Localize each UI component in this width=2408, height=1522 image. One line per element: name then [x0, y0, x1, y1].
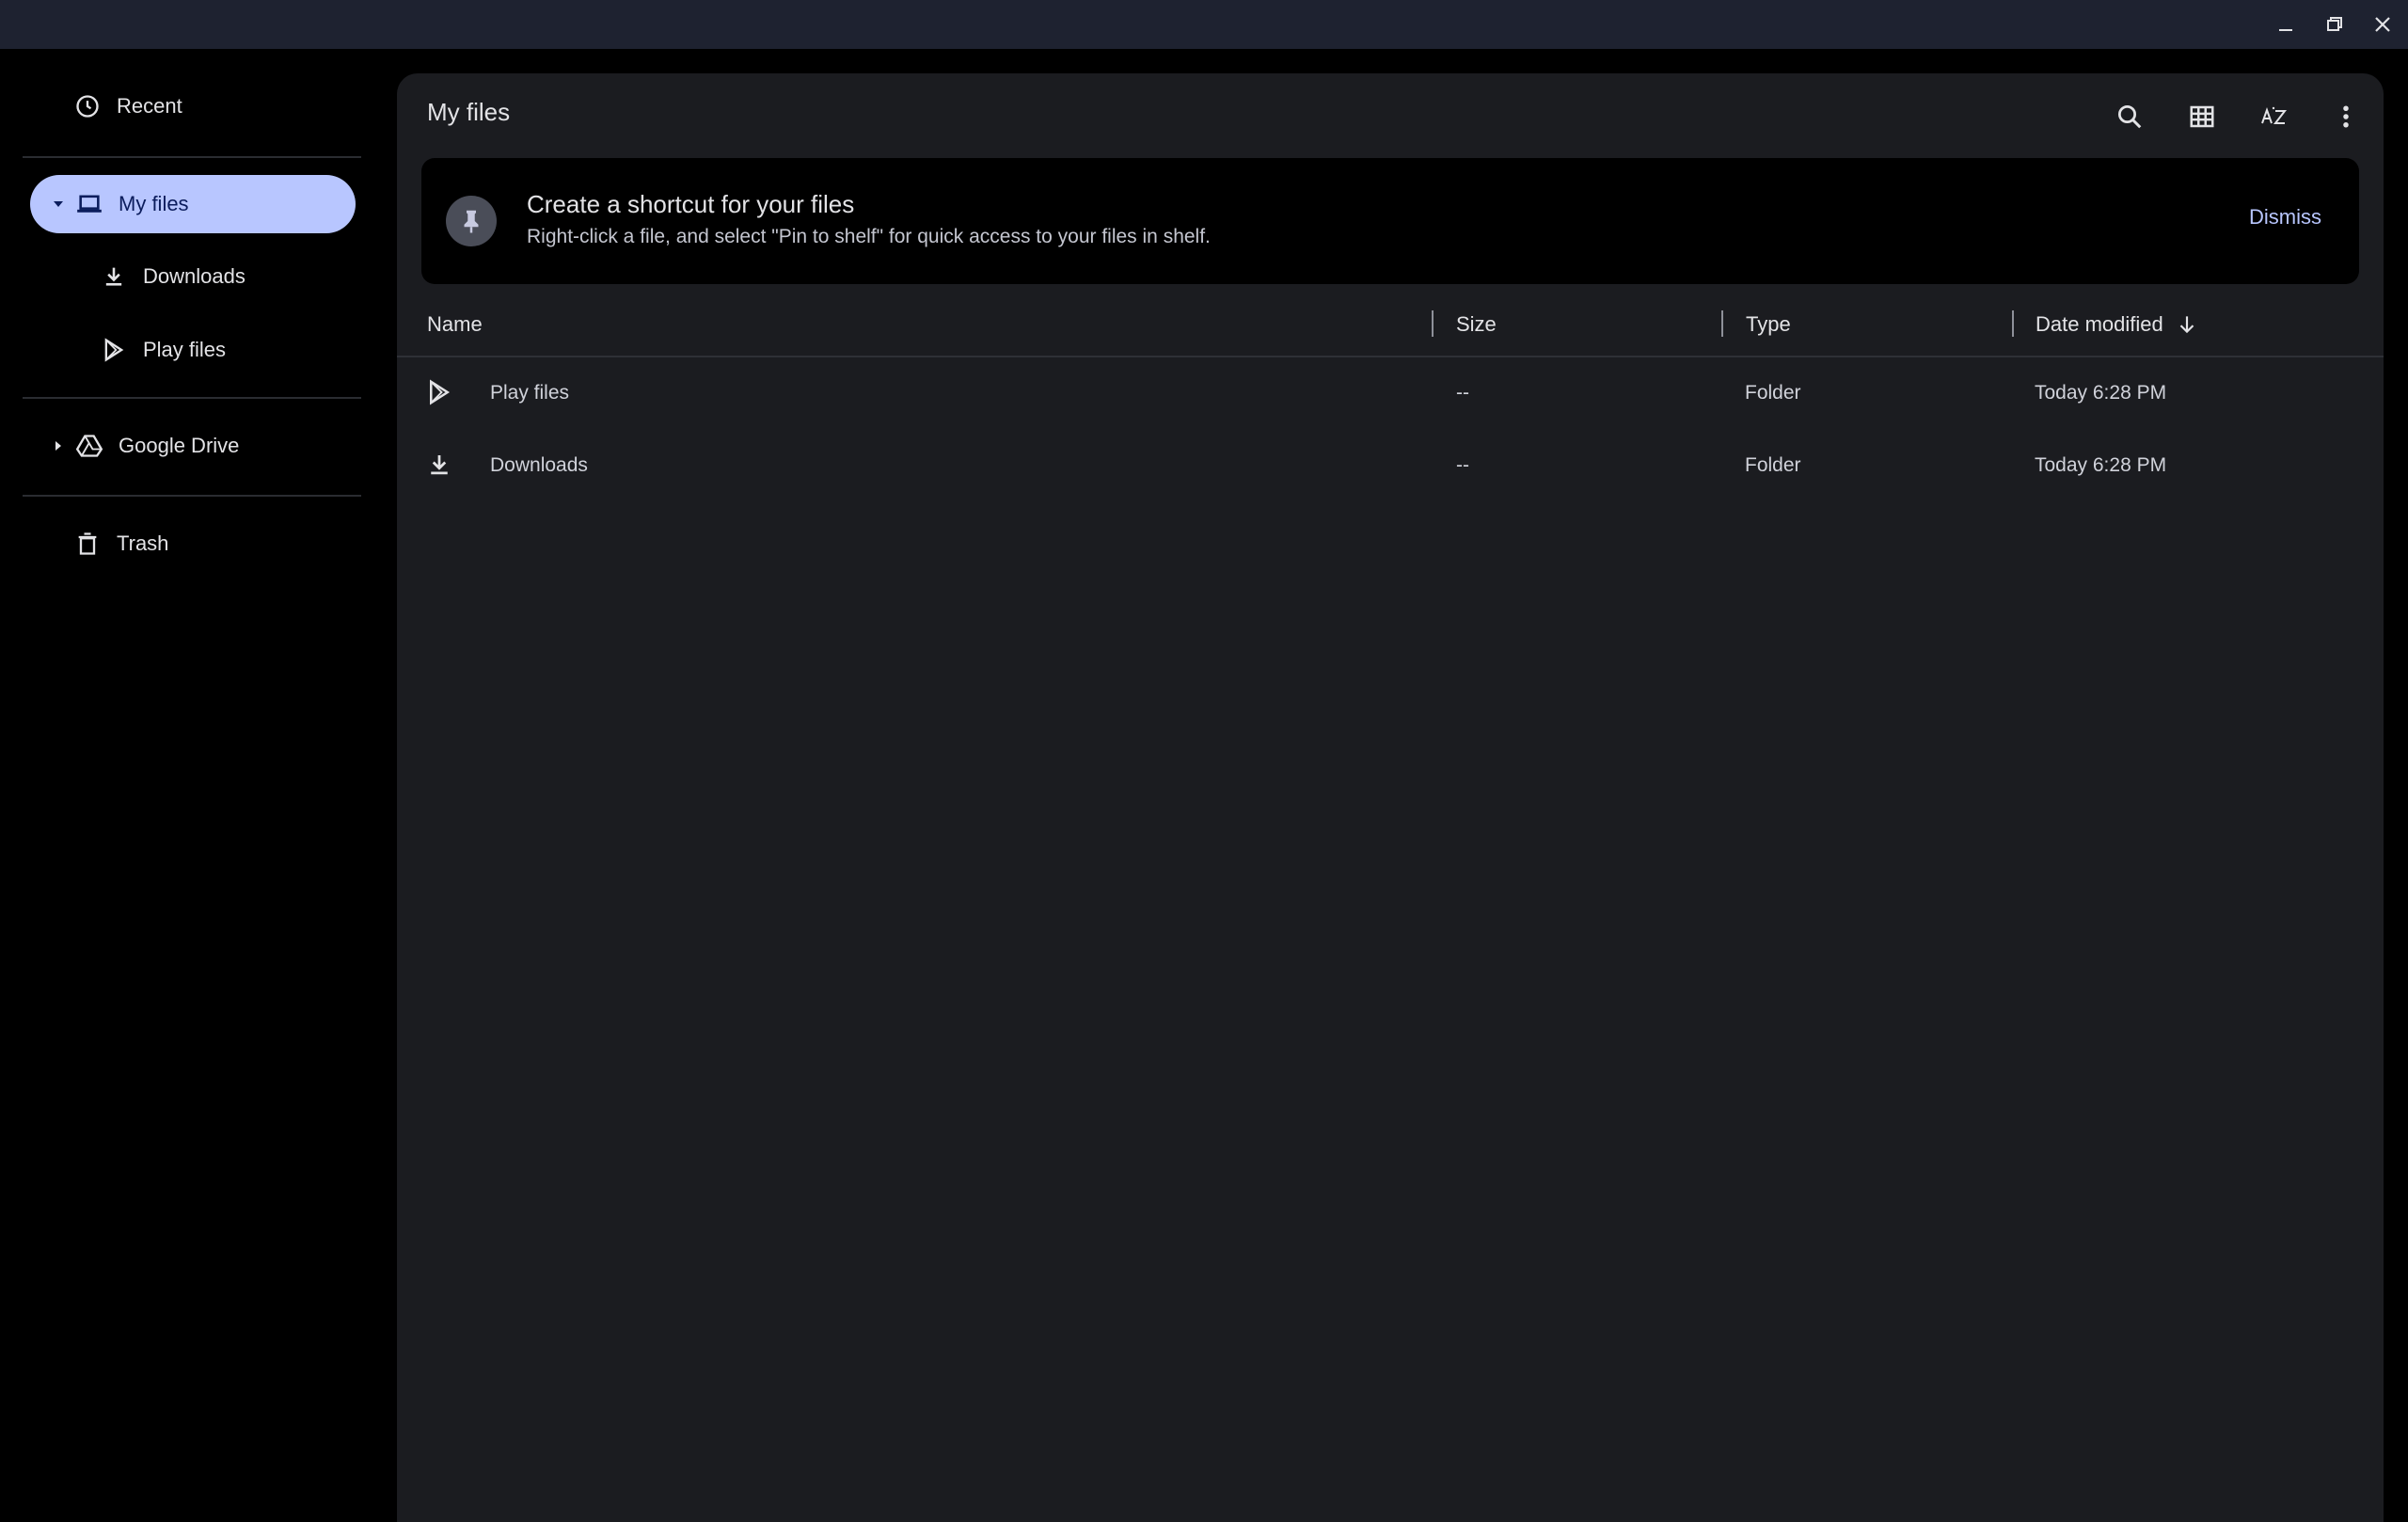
sidebar-item-trash[interactable]: Trash: [30, 515, 356, 573]
shortcut-banner: Create a shortcut for your files Right-c…: [421, 158, 2359, 284]
sidebar-item-google-drive[interactable]: Google Drive: [30, 417, 356, 475]
arrow-down-icon: [2179, 316, 2194, 334]
file-list-header: Name Size Type Date modified: [397, 299, 2384, 357]
sidebar-item-my-files[interactable]: My files: [30, 175, 356, 233]
download-icon: [425, 451, 455, 481]
table-row[interactable]: Play files -- Folder Today 6:28 PM: [397, 359, 2384, 431]
play-store-icon: [425, 378, 455, 408]
column-header-type[interactable]: Type: [1746, 312, 1791, 337]
banner-title: Create a shortcut for your files: [527, 190, 855, 218]
clock-icon: [73, 92, 102, 120]
close-icon: [2375, 17, 2390, 32]
sidebar-item-label: Recent: [117, 94, 182, 118]
row-name: Downloads: [490, 454, 588, 476]
grid-view-button[interactable]: [2178, 92, 2226, 141]
sort-button[interactable]: [2250, 92, 2299, 141]
download-icon: [100, 262, 128, 291]
row-name: Play files: [490, 382, 570, 404]
main-panel: My files Create a shortcut for your file…: [397, 73, 2384, 1522]
play-store-icon: [100, 336, 128, 364]
chevron-down-icon[interactable]: [49, 195, 68, 214]
column-resize-handle[interactable]: [1721, 310, 1723, 337]
more-vert-icon: [2343, 105, 2349, 128]
column-header-label: Date modified: [2036, 312, 2163, 336]
row-date-modified: Today 6:28 PM: [2035, 454, 2167, 476]
banner-subtitle: Right-click a file, and select "Pin to s…: [527, 226, 1211, 247]
column-resize-handle[interactable]: [1432, 310, 1434, 337]
close-button[interactable]: [2364, 6, 2401, 43]
row-size: --: [1456, 454, 1469, 476]
chevron-right-icon[interactable]: [49, 436, 68, 455]
restore-button[interactable]: [2316, 6, 2353, 43]
search-icon: [2118, 105, 2142, 129]
sidebar-item-label: Trash: [117, 531, 169, 555]
sidebar-divider: [23, 156, 361, 158]
column-header-size[interactable]: Size: [1456, 312, 1497, 337]
row-type: Folder: [1745, 382, 1801, 404]
sidebar-item-downloads[interactable]: Downloads: [100, 247, 356, 306]
pin-icon: [446, 196, 497, 246]
row-size: --: [1456, 382, 1469, 404]
table-row[interactable]: Downloads -- Folder Today 6:28 PM: [397, 432, 2384, 503]
sidebar-item-label: Google Drive: [119, 434, 240, 457]
minimize-icon: [2279, 29, 2292, 31]
sort-az-icon: [2261, 106, 2288, 124]
sidebar: Recent My files Downloads Play files Goo…: [0, 49, 395, 1505]
grid-view-icon: [2190, 105, 2214, 128]
row-date-modified: Today 6:28 PM: [2035, 382, 2167, 404]
sidebar-divider: [23, 397, 361, 399]
sidebar-item-play-files[interactable]: Play files: [100, 321, 356, 379]
column-resize-handle[interactable]: [2012, 310, 2014, 337]
window-titlebar: [0, 0, 2408, 49]
laptop-icon: [75, 190, 103, 218]
sidebar-item-label: My files: [119, 192, 189, 215]
search-button[interactable]: [2105, 92, 2154, 141]
sidebar-divider: [23, 495, 361, 497]
page-title: My files: [427, 98, 511, 126]
column-header-date-modified[interactable]: Date modified: [2036, 312, 2199, 337]
more-options-button[interactable]: [2321, 92, 2370, 141]
dismiss-button[interactable]: Dismiss: [2249, 205, 2321, 230]
sidebar-item-label: Play files: [143, 338, 227, 361]
sidebar-item-recent[interactable]: Recent: [30, 77, 356, 135]
drive-icon: [75, 432, 103, 460]
column-header-name[interactable]: Name: [427, 312, 483, 337]
row-type: Folder: [1745, 454, 1801, 476]
sidebar-item-label: Downloads: [143, 264, 246, 288]
restore-icon: [2327, 17, 2342, 31]
minimize-button[interactable]: [2267, 6, 2305, 43]
trash-icon: [73, 530, 102, 558]
